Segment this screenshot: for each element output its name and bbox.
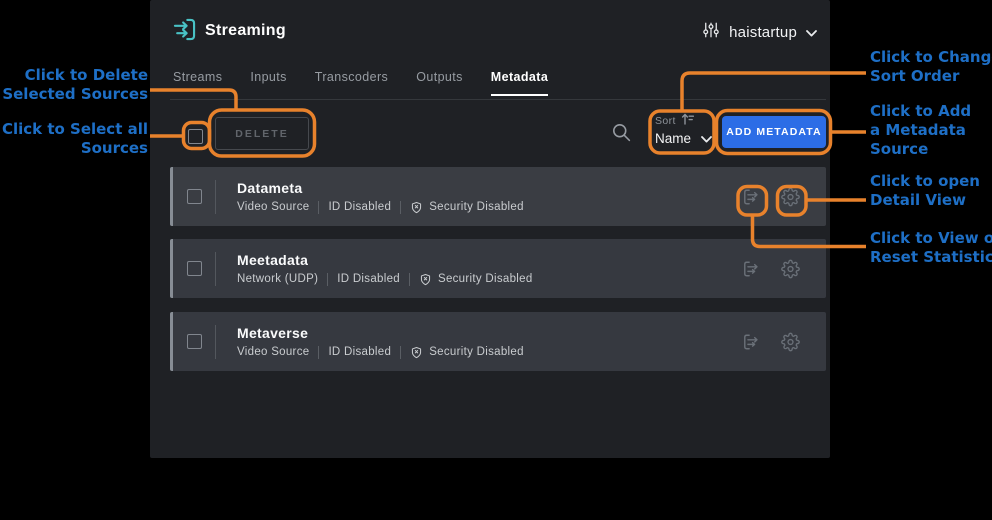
account-menu[interactable]: haistartup <box>702 21 817 44</box>
source-type: Network (UDP) <box>237 273 318 285</box>
row-checkbox[interactable] <box>187 189 202 204</box>
sort-selected-value: Name <box>655 131 691 146</box>
annotation-delete-sources: Click to Delete Selected Sources <box>2 66 148 104</box>
settings-gear-icon[interactable] <box>781 332 800 351</box>
settings-gear-icon[interactable] <box>781 187 800 206</box>
chevron-down-icon <box>701 131 712 146</box>
metadata-source-row[interactable]: Datameta Video Source ID Disabled Securi… <box>170 167 826 226</box>
page-title: Streaming <box>205 22 286 40</box>
separator <box>318 201 319 214</box>
account-name: haistartup <box>729 24 797 41</box>
metadata-source-row[interactable]: Meetadata Network (UDP) ID Disabled Secu… <box>170 239 826 298</box>
select-all-checkbox[interactable] <box>188 129 203 144</box>
metadata-source-row[interactable]: Metaverse Video Source ID Disabled Secur… <box>170 312 826 371</box>
source-type: Video Source <box>237 201 309 213</box>
add-metadata-button[interactable]: ADD METADATA <box>722 116 826 148</box>
separator <box>327 273 328 286</box>
search-icon[interactable] <box>611 122 632 148</box>
sort-control[interactable]: Sort Name <box>655 113 712 146</box>
annotation-change-sort: Click to Change Sort Order <box>870 48 992 86</box>
chevron-down-icon <box>806 24 817 42</box>
tab-streams[interactable]: Streams <box>173 70 222 96</box>
source-security-status: Security Disabled <box>429 346 524 358</box>
annotation-statistics: Click to View or Reset Statistics <box>870 229 992 267</box>
statistics-icon[interactable] <box>742 332 761 351</box>
statistics-icon[interactable] <box>742 187 761 206</box>
separator <box>318 346 319 359</box>
tabs-divider <box>170 99 826 100</box>
tab-inputs[interactable]: Inputs <box>250 70 286 96</box>
tab-bar: Streams Inputs Transcoders Outputs Metad… <box>173 70 548 96</box>
settings-gear-icon[interactable] <box>781 259 800 278</box>
annotation-select-all: Click to Select all Sources <box>2 120 148 158</box>
separator <box>409 273 410 286</box>
source-security-status: Security Disabled <box>438 273 533 285</box>
delete-button[interactable]: DELETE <box>215 117 309 150</box>
separator <box>400 201 401 214</box>
tab-transcoders[interactable]: Transcoders <box>315 70 388 96</box>
screenshot-stage: Streaming haistartup Streams Inputs <box>0 0 992 520</box>
row-checkbox[interactable] <box>187 334 202 349</box>
streaming-logo-icon <box>171 16 198 48</box>
tab-metadata[interactable]: Metadata <box>491 70 548 96</box>
sort-ascending-icon <box>681 113 694 128</box>
security-shield-icon <box>410 346 423 359</box>
annotation-detail-view: Click to open Detail View <box>870 172 980 210</box>
statistics-icon[interactable] <box>742 259 761 278</box>
annotation-add-metadata: Click to Add a Metadata Source <box>870 102 971 159</box>
source-type: Video Source <box>237 346 309 358</box>
security-shield-icon <box>419 273 432 286</box>
app-window: Streaming haistartup Streams Inputs <box>150 0 830 458</box>
tab-outputs[interactable]: Outputs <box>416 70 463 96</box>
source-id-status: ID Disabled <box>328 201 391 213</box>
row-checkbox[interactable] <box>187 261 202 276</box>
source-title: Datameta <box>237 180 524 196</box>
source-id-status: ID Disabled <box>328 346 391 358</box>
separator <box>400 346 401 359</box>
row-divider <box>215 325 216 359</box>
source-title: Meetadata <box>237 252 533 268</box>
security-shield-icon <box>410 201 423 214</box>
source-title: Metaverse <box>237 325 524 341</box>
source-security-status: Security Disabled <box>429 201 524 213</box>
sort-label: Sort <box>655 115 676 127</box>
row-divider <box>215 180 216 214</box>
source-id-status: ID Disabled <box>337 273 400 285</box>
row-divider <box>215 252 216 286</box>
sliders-icon <box>702 21 720 44</box>
